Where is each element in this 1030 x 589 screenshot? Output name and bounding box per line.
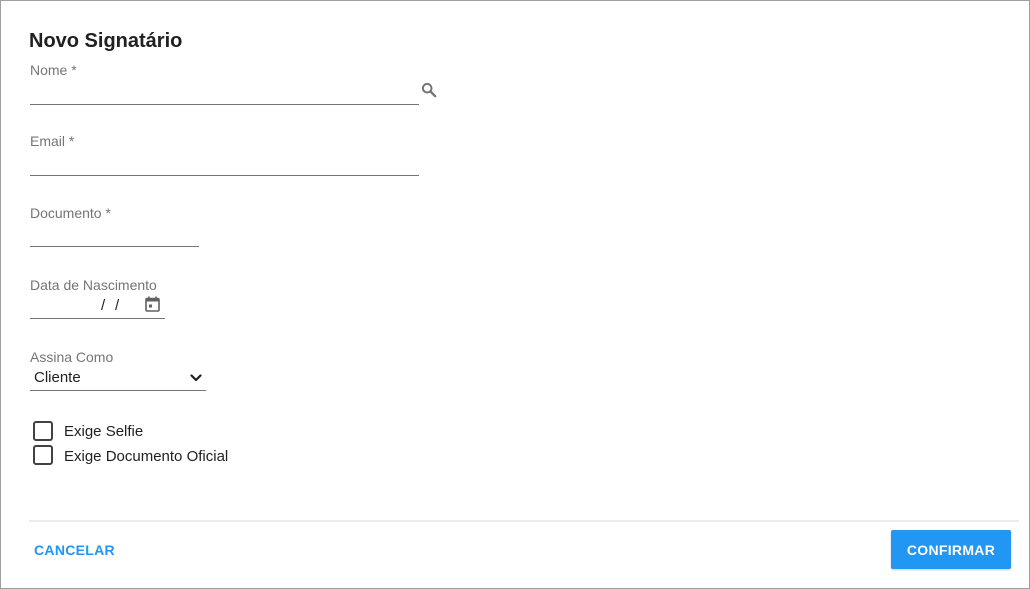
calendar-icon[interactable] bbox=[144, 296, 160, 312]
exige-documento-oficial-label[interactable]: Exige Documento Oficial bbox=[64, 448, 228, 465]
nome-label: Nome * bbox=[30, 62, 77, 78]
date-separator: / bbox=[115, 297, 120, 314]
documento-label: Documento * bbox=[30, 205, 111, 221]
date-underline bbox=[30, 318, 165, 319]
date-separator: / bbox=[101, 297, 106, 314]
nome-underline bbox=[30, 104, 419, 105]
email-input[interactable] bbox=[30, 152, 419, 174]
confirm-button[interactable]: CONFIRMAR bbox=[891, 530, 1011, 569]
exige-selfie-checkbox[interactable] bbox=[33, 421, 53, 441]
cancel-button[interactable]: CANCELAR bbox=[27, 534, 122, 566]
dialog-title: Novo Signatário bbox=[29, 30, 183, 52]
assina-como-value: Cliente bbox=[34, 369, 81, 386]
email-label: Email * bbox=[30, 133, 75, 149]
assina-como-label: Assina Como bbox=[30, 349, 114, 365]
assina-como-underline bbox=[30, 390, 206, 391]
documento-input[interactable] bbox=[30, 223, 199, 245]
new-signer-dialog: Novo Signatário Nome * Email * Documento… bbox=[0, 0, 1030, 589]
data-nascimento-label: Data de Nascimento bbox=[30, 277, 157, 293]
chevron-down-icon[interactable] bbox=[189, 371, 203, 385]
search-icon[interactable] bbox=[420, 81, 437, 98]
documento-underline bbox=[30, 246, 199, 247]
email-underline bbox=[30, 175, 419, 176]
actions-divider bbox=[29, 520, 1019, 522]
exige-selfie-label[interactable]: Exige Selfie bbox=[64, 423, 143, 440]
exige-documento-oficial-checkbox[interactable] bbox=[33, 445, 53, 465]
nome-input[interactable] bbox=[30, 81, 415, 103]
